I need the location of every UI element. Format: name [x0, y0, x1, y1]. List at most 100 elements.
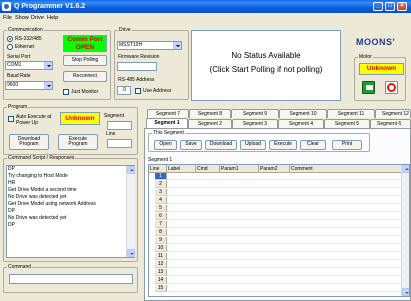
grid-row-number[interactable]: 14 — [155, 277, 167, 284]
rs485-address-field[interactable]: 0 — [117, 86, 131, 95]
status-line-1: No Status Available — [231, 51, 301, 60]
motor-enable-button[interactable] — [362, 81, 375, 94]
table-row[interactable] — [167, 245, 407, 252]
baud-rate-select[interactable]: 9600 — [5, 81, 53, 90]
execute-button[interactable]: Execute — [269, 140, 297, 150]
grid-row-number[interactable]: 10 — [155, 245, 167, 252]
grid-row-number[interactable]: 2 — [155, 181, 167, 188]
scroll-up-icon[interactable] — [402, 165, 409, 173]
open-button[interactable]: Open — [154, 140, 177, 150]
close-button[interactable]: × — [397, 2, 407, 11]
motor-status: Unknown — [359, 63, 404, 75]
maximize-button[interactable]: □ — [385, 2, 395, 11]
download-program-button[interactable]: Download Program — [9, 134, 49, 150]
motor-legend: Motor — [358, 54, 373, 60]
script-line: HR — [8, 180, 16, 186]
execute-program-button[interactable]: Execute Program — [58, 134, 98, 150]
clear-button[interactable]: Clear — [300, 140, 326, 150]
table-row[interactable] — [167, 253, 407, 260]
reconnect-button[interactable]: Reconnect — [63, 71, 107, 82]
serial-port-select[interactable]: COM1 — [5, 61, 53, 70]
ethernet-radio[interactable] — [7, 44, 13, 50]
tab-segment-7[interactable]: Segment 7 — [147, 109, 189, 118]
baud-rate-value: 9600 — [7, 82, 19, 88]
tab-segment-2[interactable]: Segment 2 — [188, 119, 232, 128]
program-status: Unknown — [60, 112, 100, 125]
scroll-down-icon[interactable] — [402, 288, 409, 296]
tab-segment-6[interactable]: Segment 6 — [370, 119, 411, 128]
table-row[interactable] — [167, 229, 407, 236]
grid-row-number[interactable]: 1 — [155, 173, 167, 180]
menu-help[interactable]: Help — [47, 15, 58, 21]
segment-grid-caption: Segment 1 — [148, 157, 173, 163]
table-row[interactable] — [167, 213, 407, 220]
grid-row-number[interactable]: 12 — [155, 261, 167, 268]
grid-row-number[interactable]: 5 — [155, 205, 167, 212]
tab-segment-3[interactable]: Segment 3 — [232, 119, 278, 128]
line-label: Line — [106, 131, 116, 137]
table-row[interactable] — [167, 269, 407, 276]
table-row[interactable] — [167, 277, 407, 284]
segment-grid-scrollbar[interactable] — [401, 165, 409, 296]
grid-row-number[interactable]: 7 — [155, 221, 167, 228]
scroll-up-icon[interactable] — [127, 166, 135, 174]
motor-disable-button[interactable] — [385, 81, 398, 94]
table-row[interactable] — [167, 181, 407, 188]
table-row[interactable] — [167, 221, 407, 228]
rs232-radio[interactable] — [7, 36, 13, 42]
stop-polling-button[interactable]: Stop Polling — [63, 55, 107, 66]
motor-enable-icon — [366, 85, 373, 90]
grid-row-number[interactable]: 3 — [155, 189, 167, 196]
table-row[interactable] — [167, 189, 407, 196]
chevron-down-icon — [173, 42, 181, 49]
grid-row-number[interactable]: 11 — [155, 253, 167, 260]
table-row[interactable] — [167, 173, 407, 180]
tab-segment-8[interactable]: Segment 8 — [189, 109, 231, 118]
drive-legend: Drive — [118, 27, 132, 33]
just-monitor-checkbox[interactable] — [63, 89, 69, 95]
firmware-label: Firmware Revision — [118, 54, 160, 60]
menu-show[interactable]: Show — [15, 15, 29, 21]
program-legend: Program — [7, 104, 29, 110]
line-field — [107, 139, 132, 148]
grid-row-number[interactable]: 13 — [155, 269, 167, 276]
minimize-button[interactable]: _ — [373, 2, 383, 11]
grid-row-number[interactable]: 6 — [155, 213, 167, 220]
script-scrollbar[interactable] — [126, 166, 135, 257]
use-address-checkbox[interactable] — [135, 88, 141, 94]
menu-file[interactable]: File — [3, 15, 12, 21]
segment-grid[interactable]: Line Label Cmd Param1 Param2 Comment 1 2… — [148, 164, 410, 297]
table-row[interactable] — [167, 237, 407, 244]
table-row[interactable] — [167, 285, 407, 292]
table-row[interactable] — [167, 197, 407, 204]
scroll-down-icon[interactable] — [127, 249, 135, 257]
drive-model-select[interactable]: MSST10H — [117, 41, 182, 50]
table-row[interactable] — [167, 261, 407, 268]
script-response-box[interactable]: DP Try changing to Host Mode HR Get Driv… — [6, 165, 135, 258]
tab-segment-9[interactable]: Segment 9 — [231, 109, 279, 118]
print-button[interactable]: Print — [332, 140, 362, 150]
script-line: Try changing to Host Mode — [8, 173, 68, 179]
menu-drive[interactable]: Drive — [31, 15, 44, 21]
tab-segment-1[interactable]: Segment 1 — [146, 118, 188, 128]
grid-row-number[interactable]: 15 — [155, 285, 167, 292]
upload-button[interactable]: Upload — [240, 140, 266, 150]
tab-segment-12[interactable]: Segment 12 — [375, 109, 411, 118]
auto-execute-checkbox[interactable] — [8, 116, 14, 122]
grid-row-number[interactable]: 9 — [155, 237, 167, 244]
grid-row-number[interactable]: 8 — [155, 229, 167, 236]
tab-segment-11[interactable]: Segment 11 — [327, 109, 375, 118]
script-legend: Command Script / Responses — [7, 155, 76, 161]
table-row[interactable] — [167, 205, 407, 212]
tab-segment-4[interactable]: Segment 4 — [278, 119, 324, 128]
save-button[interactable]: Save — [180, 140, 202, 150]
grid-row-number[interactable]: 4 — [155, 197, 167, 204]
segment-label: Segment — [104, 113, 125, 119]
segment-field — [107, 121, 132, 130]
tab-segment-5[interactable]: Segment 5 — [324, 119, 370, 128]
command-input[interactable] — [9, 274, 133, 284]
tab-segment-10[interactable]: Segment 10 — [279, 109, 327, 118]
status-line-2: (Click Start Polling if not polling) — [209, 65, 323, 74]
download-button[interactable]: Download — [205, 140, 237, 150]
moons-logo: MOONS' — [356, 37, 396, 47]
